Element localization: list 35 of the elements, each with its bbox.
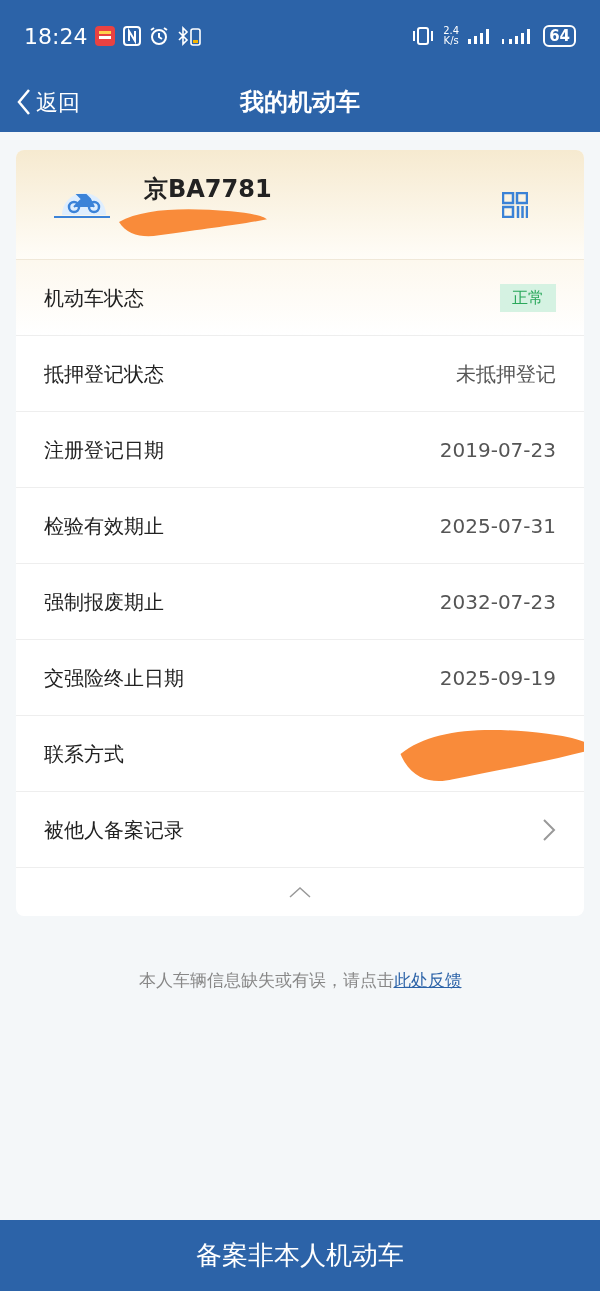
row-label: 抵押登记状态 <box>44 360 164 388</box>
row-value: 2025-07-31 <box>439 512 556 540</box>
row-label: 检验有效期止 <box>44 512 164 540</box>
row-label: 机动车状态 <box>44 284 144 312</box>
network-speed-unit: K/s <box>443 36 459 46</box>
row-value: 2032-07-23 <box>439 588 556 616</box>
row-value: 未抵押登记 <box>456 360 556 388</box>
status-time: 18:24 <box>24 22 88 51</box>
register-vehicle-button[interactable]: 备案非本人机动车 <box>0 1220 600 1291</box>
page-title: 我的机动车 <box>240 87 360 118</box>
alarm-icon <box>149 26 170 46</box>
row-label: 被他人备案记录 <box>44 816 184 844</box>
bluetooth-battery-icon <box>177 26 204 46</box>
row-label: 注册登记日期 <box>44 436 164 464</box>
app-notification-icon <box>95 26 116 46</box>
back-button[interactable]: 返回 <box>16 85 80 119</box>
info-row[interactable]: 被他人备案记录 <box>16 792 584 868</box>
feedback-link[interactable]: 此处反馈 <box>393 970 462 990</box>
back-chevron-icon <box>16 88 32 116</box>
row-label: 联系方式 <box>44 740 124 768</box>
chevron-right-icon <box>542 817 556 842</box>
motorcycle-icon <box>52 190 112 219</box>
status-badge: 正常 <box>500 283 556 312</box>
qr-code-icon[interactable] <box>502 192 528 218</box>
battery-indicator: 64 <box>543 25 576 47</box>
network-speed: 2.4 <box>443 26 460 36</box>
row-label: 强制报废期止 <box>44 588 164 616</box>
row-label: 交强险终止日期 <box>44 664 184 692</box>
nfc-icon <box>123 26 142 46</box>
license-plate: 京BA7781 <box>144 173 272 205</box>
row-value: 2025-09-19 <box>439 664 556 692</box>
row-value: 2019-07-23 <box>439 436 556 464</box>
collapse-chevron-icon[interactable] <box>289 886 311 898</box>
vibrate-icon <box>411 26 436 46</box>
feedback-text: 本人车辆信息缺失或有误，请点击此处反馈 <box>138 969 462 992</box>
